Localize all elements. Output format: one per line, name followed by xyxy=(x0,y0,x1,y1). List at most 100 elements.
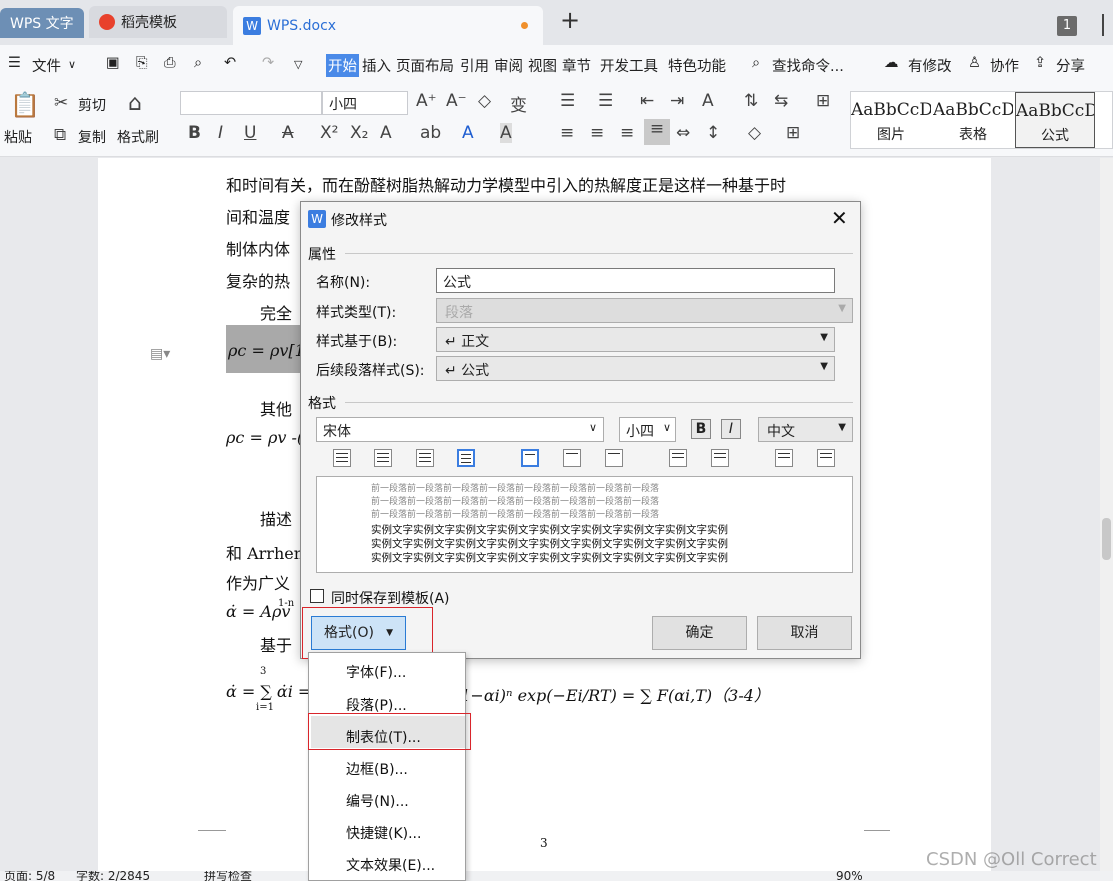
search-commands[interactable]: 查找命令... xyxy=(772,55,844,76)
numbering-icon[interactable]: ☰ xyxy=(598,91,613,111)
save-template-label[interactable]: 同时保存到模板(A) xyxy=(331,588,450,608)
save-template-checkbox[interactable] xyxy=(310,589,324,603)
increase-spacing-icon[interactable] xyxy=(669,449,687,467)
tab-document[interactable]: W WPS.docx xyxy=(233,6,543,45)
underline-icon[interactable]: U xyxy=(244,123,256,143)
collaborate-button[interactable]: 协作 xyxy=(990,55,1019,76)
copy-icon[interactable]: ⧉ xyxy=(54,125,66,145)
line-spacing-icon[interactable]: ↕ xyxy=(706,123,720,143)
cut-button[interactable]: 剪切 xyxy=(78,95,106,115)
size-select[interactable]: 小四 ∨ xyxy=(619,417,676,442)
bullets-icon[interactable]: ☰ xyxy=(560,91,575,111)
tab-daoke-template[interactable]: 稻壳模板 xyxy=(89,6,227,38)
next-style-select[interactable]: ↵ 公式 ▼ xyxy=(436,356,835,381)
subscript-icon[interactable]: X₂ xyxy=(350,123,368,143)
script-select[interactable]: 中文 ▼ xyxy=(758,417,853,442)
align-center-icon[interactable] xyxy=(374,449,392,467)
vertical-scrollbar[interactable] xyxy=(1100,158,1113,881)
clear-format-icon[interactable]: ◇ xyxy=(478,91,491,111)
highlight-icon[interactable]: ab xyxy=(420,123,441,143)
paste-button[interactable]: 粘贴 xyxy=(4,127,32,147)
font-select[interactable]: 宋体 ∨ xyxy=(316,417,604,442)
scrollbar-thumb[interactable] xyxy=(1102,518,1111,560)
hamburger-icon[interactable]: ☰ xyxy=(8,55,21,71)
align-center-icon[interactable]: ≡ xyxy=(590,123,604,143)
double-spacing-icon[interactable] xyxy=(605,449,623,467)
redo-icon[interactable]: ↷ xyxy=(262,55,274,71)
zoom-level[interactable]: 90% xyxy=(836,871,863,881)
save-icon[interactable]: ▣ xyxy=(106,55,120,71)
menu-item-border[interactable]: 边框(B)... xyxy=(346,759,408,779)
font-name-combo[interactable] xyxy=(180,91,322,115)
table-icon[interactable]: ⊞ xyxy=(816,91,830,111)
superscript-icon[interactable]: X² xyxy=(320,123,338,143)
paste-icon[interactable]: 📋 xyxy=(10,91,40,119)
strikethrough-icon[interactable]: A xyxy=(282,123,294,143)
selected-equation[interactable]: ρc = ρv[1− xyxy=(226,325,318,373)
window-controls[interactable] xyxy=(1102,14,1113,36)
single-spacing-icon[interactable] xyxy=(521,449,539,467)
bold-toggle[interactable]: B xyxy=(691,419,711,439)
menu-item-paragraph[interactable]: 段落(P)... xyxy=(346,695,407,715)
paragraph-marker-icon[interactable]: ▤▾ xyxy=(150,346,170,362)
print-icon[interactable]: ⎙ xyxy=(164,55,176,71)
decrease-spacing-icon[interactable] xyxy=(711,449,729,467)
copy-button[interactable]: 复制 xyxy=(78,127,106,147)
decrease-indent-icon[interactable] xyxy=(775,449,793,467)
export-icon[interactable]: ⎘ xyxy=(136,55,148,71)
style-name-field[interactable]: 公式 xyxy=(436,268,835,293)
menu-item-text-effect[interactable]: 文本效果(E)... xyxy=(346,855,435,875)
undo-icon[interactable]: ↶ xyxy=(224,55,236,71)
align-right-icon[interactable]: ≡ xyxy=(620,123,634,143)
align-left-icon[interactable] xyxy=(333,449,351,467)
based-on-select[interactable]: ↵ 正文 ▼ xyxy=(436,327,835,352)
style-formula[interactable]: AaBbCcDd 公式 xyxy=(1015,92,1095,148)
style-picture[interactable]: AaBbCcDd 图片 xyxy=(851,92,931,148)
shading-icon[interactable]: ◇ xyxy=(748,123,761,143)
chevron-down-icon[interactable]: ∨ xyxy=(68,58,76,71)
word-count[interactable]: 字数: 2/2845 xyxy=(76,871,150,881)
share-button[interactable]: 分享 xyxy=(1056,55,1085,76)
menu-item-font[interactable]: 字体(F)... xyxy=(346,662,406,682)
scissors-icon[interactable]: ✂ xyxy=(54,93,68,113)
style-table[interactable]: AaBbCcDd 表格 xyxy=(933,92,1013,148)
print-preview-icon[interactable]: ⌕ xyxy=(194,55,202,71)
phonetic-icon[interactable]: 变 xyxy=(510,91,527,116)
ok-button[interactable]: 确定 xyxy=(652,616,747,650)
distribute-icon[interactable]: ⇔ xyxy=(676,123,690,143)
cancel-button[interactable]: 取消 xyxy=(757,616,852,650)
menu-references[interactable]: 引用 xyxy=(460,55,489,76)
char-shading-icon[interactable]: A xyxy=(500,123,512,143)
menu-item-shortcut[interactable]: 快捷键(K)... xyxy=(346,823,421,843)
text-effect-icon[interactable]: A xyxy=(380,123,392,143)
window-count-badge[interactable]: 1 xyxy=(1057,16,1077,36)
new-tab-icon[interactable]: + xyxy=(560,6,580,34)
menu-page-layout[interactable]: 页面布局 xyxy=(396,55,454,76)
justify-icon[interactable] xyxy=(457,449,475,467)
increase-indent-icon[interactable] xyxy=(817,449,835,467)
menu-file[interactable]: 文件 xyxy=(32,55,61,76)
menu-review[interactable]: 审阅 xyxy=(494,55,523,76)
one-half-spacing-icon[interactable] xyxy=(563,449,581,467)
grow-font-icon[interactable]: A⁺ xyxy=(416,91,437,111)
menu-item-numbering[interactable]: 编号(N)... xyxy=(346,791,409,811)
menu-developer[interactable]: 开发工具 xyxy=(600,55,658,76)
font-size-combo[interactable]: 小四 xyxy=(322,91,408,115)
chinese-layout-icon[interactable]: A xyxy=(702,91,714,111)
spell-check[interactable]: 拼写检查 xyxy=(204,871,252,881)
italic-toggle[interactable]: I xyxy=(721,419,741,439)
menu-chapter[interactable]: 章节 xyxy=(562,55,591,76)
has-changes-button[interactable]: 有修改 xyxy=(908,55,952,76)
bold-icon[interactable]: B xyxy=(188,123,201,143)
sort-icon[interactable]: ⇅ xyxy=(744,91,758,111)
close-icon[interactable]: ✕ xyxy=(831,206,848,230)
quick-access-dropdown-icon[interactable]: ▽ xyxy=(294,58,302,71)
menu-home[interactable]: 开始 xyxy=(326,54,359,77)
font-color-icon[interactable]: A xyxy=(462,123,474,143)
search-icon[interactable]: ⌕ xyxy=(752,55,760,71)
border-icon[interactable]: ⊞ xyxy=(786,123,800,143)
format-painter-button[interactable]: 格式刷 xyxy=(117,127,159,147)
tab-wps-writer[interactable]: WPS 文字 xyxy=(0,8,84,38)
align-left-icon[interactable]: ≡ xyxy=(560,123,574,143)
increase-indent-icon[interactable]: ⇥ xyxy=(670,91,684,111)
